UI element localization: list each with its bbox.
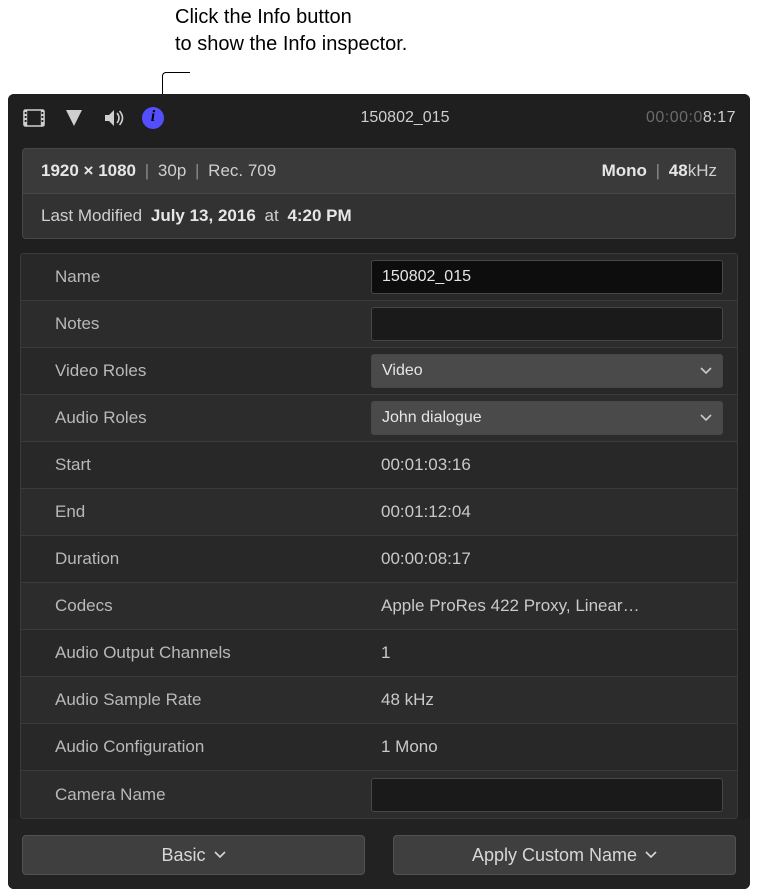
notes-field[interactable] — [371, 307, 723, 341]
timecode-bright: 8:17 — [703, 109, 736, 126]
label-start: Start — [21, 455, 371, 475]
inspector-footer: Basic Apply Custom Name — [8, 819, 750, 889]
property-list: Name Notes Video Roles Video Audio Roles — [20, 253, 738, 819]
row-camera-name: Camera Name — [21, 771, 737, 818]
clip-summary: 1920 × 1080 | 30p | Rec. 709 Mono | 48kH… — [22, 148, 736, 239]
label-audio-output-channels: Audio Output Channels — [21, 643, 371, 663]
info-inspector-panel: i 150802_015 00:00:08:17 1920 × 1080 | 3… — [8, 94, 750, 889]
chevron-down-icon — [700, 367, 712, 375]
value-codecs: Apple ProRes 422 Proxy, Linear… — [371, 596, 723, 616]
summary-audio: Mono | 48kHz — [602, 161, 717, 181]
clip-name: 150802_015 — [164, 109, 646, 127]
value-start: 00:01:03:16 — [371, 455, 723, 475]
row-name: Name — [21, 254, 737, 301]
callout: Click the Info button to show the Info i… — [0, 0, 758, 94]
label-audio-roles: Audio Roles — [21, 408, 371, 428]
callout-text: Click the Info button to show the Info i… — [175, 4, 407, 58]
callout-line1: Click the Info button — [175, 6, 352, 28]
label-duration: Duration — [21, 549, 371, 569]
summary-modified-row: Last Modified July 13, 2016 at 4:20 PM — [23, 193, 735, 238]
label-notes: Notes — [21, 314, 371, 334]
video-inspector-icon[interactable] — [22, 106, 46, 130]
row-duration: Duration 00:00:08:17 — [21, 536, 737, 583]
inspector-tab-bar: i 150802_015 00:00:08:17 — [8, 94, 750, 142]
name-field[interactable] — [371, 260, 723, 294]
row-end: End 00:01:12:04 — [21, 489, 737, 536]
chevron-down-icon — [700, 414, 712, 422]
summary-format-row: 1920 × 1080 | 30p | Rec. 709 Mono | 48kH… — [23, 149, 735, 193]
label-audio-configuration: Audio Configuration — [21, 737, 371, 757]
label-video-roles: Video Roles — [21, 361, 371, 381]
label-camera-name: Camera Name — [21, 785, 371, 805]
row-audio-sample-rate: Audio Sample Rate 48 kHz — [21, 677, 737, 724]
row-notes: Notes — [21, 301, 737, 348]
info-inspector-icon[interactable]: i — [142, 107, 164, 129]
color-inspector-icon[interactable] — [62, 106, 86, 130]
label-codecs: Codecs — [21, 596, 371, 616]
value-audio-sample-rate: 48 kHz — [371, 690, 723, 710]
timecode-dim: 00:00:0 — [646, 109, 703, 126]
summary-format: 1920 × 1080 | 30p | Rec. 709 — [41, 161, 276, 181]
callout-line2: to show the Info inspector. — [175, 33, 407, 55]
label-end: End — [21, 502, 371, 522]
row-start: Start 00:01:03:16 — [21, 442, 737, 489]
value-audio-output-channels: 1 — [371, 643, 723, 663]
audio-inspector-icon[interactable] — [102, 106, 126, 130]
row-codecs: Codecs Apple ProRes 422 Proxy, Linear… — [21, 583, 737, 630]
value-duration: 00:00:08:17 — [371, 549, 723, 569]
audio-roles-select[interactable]: John dialogue — [371, 401, 723, 435]
value-audio-configuration: 1 Mono — [371, 737, 723, 757]
summary-modified: Last Modified July 13, 2016 at 4:20 PM — [41, 206, 352, 226]
row-audio-output-channels: Audio Output Channels 1 — [21, 630, 737, 677]
label-name: Name — [21, 267, 371, 287]
apply-custom-name-button[interactable]: Apply Custom Name — [393, 835, 736, 875]
metadata-view-button[interactable]: Basic — [22, 835, 365, 875]
row-video-roles: Video Roles Video — [21, 348, 737, 395]
camera-name-field[interactable] — [371, 778, 723, 812]
header-timecode: 00:00:08:17 — [646, 109, 736, 127]
row-audio-roles: Audio Roles John dialogue — [21, 395, 737, 442]
inspector-tabs: i — [22, 106, 164, 130]
chevron-down-icon — [214, 851, 226, 859]
label-audio-sample-rate: Audio Sample Rate — [21, 690, 371, 710]
video-roles-select[interactable]: Video — [371, 354, 723, 388]
row-audio-configuration: Audio Configuration 1 Mono — [21, 724, 737, 771]
value-end: 00:01:12:04 — [371, 502, 723, 522]
chevron-down-icon — [645, 851, 657, 859]
